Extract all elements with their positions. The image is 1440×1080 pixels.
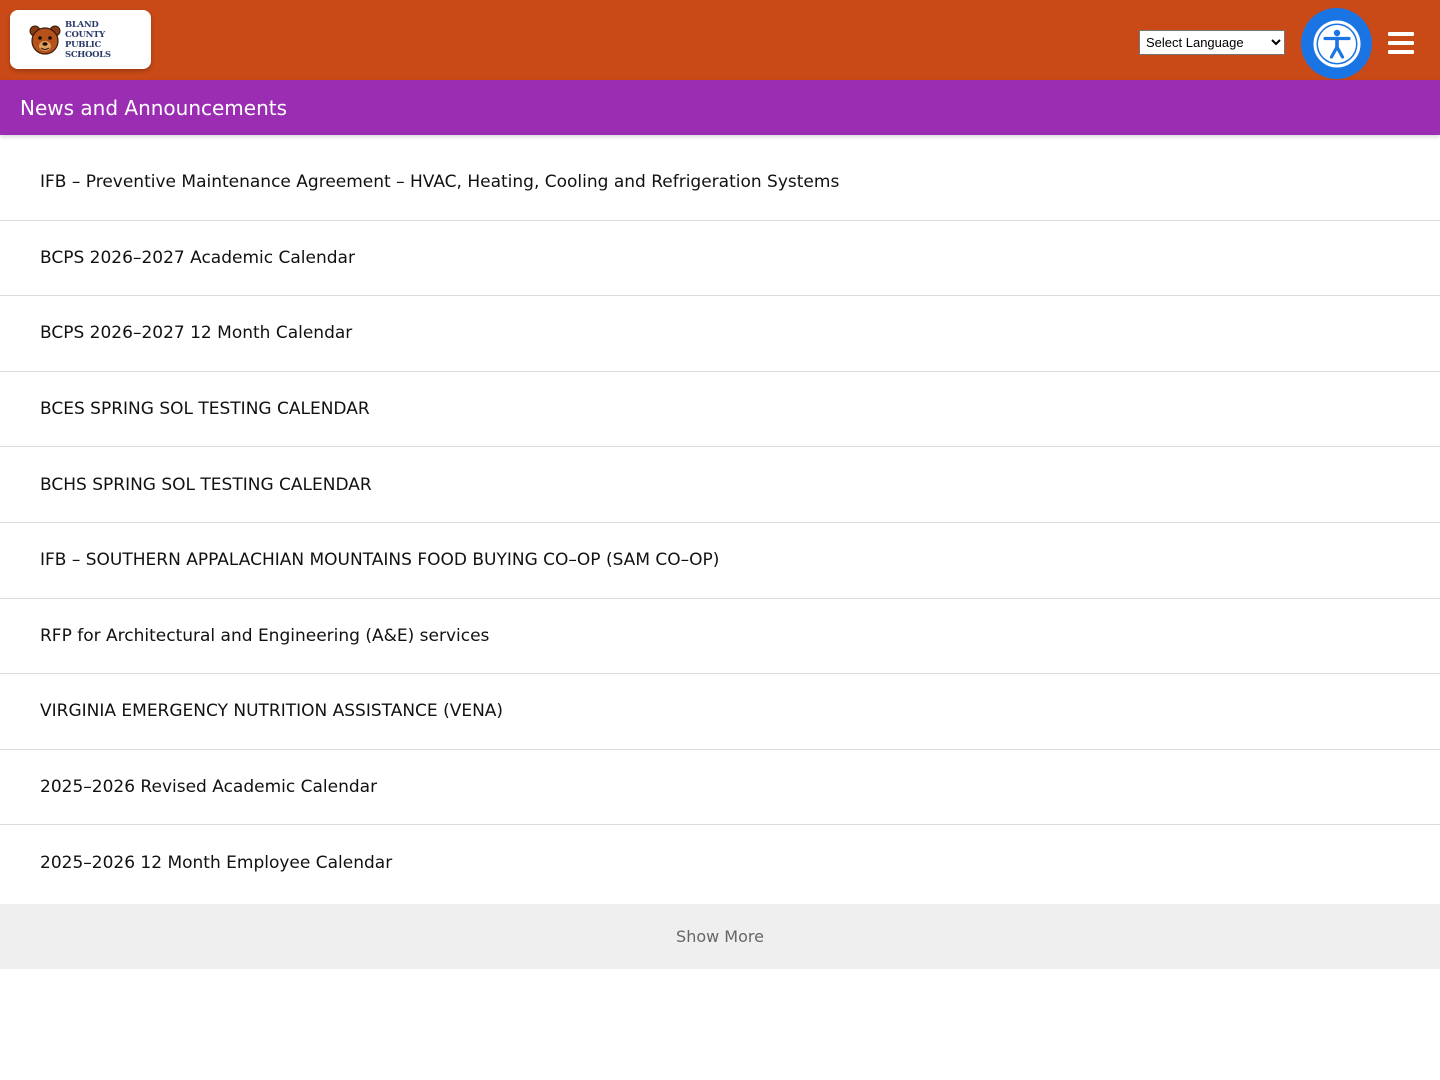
language-select[interactable]: Select Language	[1139, 30, 1285, 55]
list-item: IFB – SOUTHERN APPALACHIAN MOUNTAINS FOO…	[0, 523, 1440, 599]
news-link[interactable]: 2025–2026 Revised Academic Calendar	[40, 777, 377, 797]
show-more-label: Show More	[676, 927, 764, 946]
list-item: BCPS 2026–2027 12 Month Calendar	[0, 296, 1440, 372]
news-link[interactable]: BCHS SPRING SOL TESTING CALENDAR	[40, 475, 372, 495]
show-more-button[interactable]: Show More	[0, 904, 1440, 969]
list-item: RFP for Architectural and Engineering (A…	[0, 599, 1440, 675]
menu-line	[1388, 50, 1414, 54]
site-logo-link[interactable]: Bland County Public Schools	[10, 10, 151, 69]
news-link[interactable]: IFB – Preventive Maintenance Agreement –…	[40, 172, 839, 192]
news-link[interactable]: RFP for Architectural and Engineering (A…	[40, 626, 489, 646]
bear-mascot-icon	[29, 25, 61, 55]
news-list: IFB – Preventive Maintenance Agreement –…	[0, 145, 1440, 901]
list-item: 2025–2026 Revised Academic Calendar	[0, 750, 1440, 826]
site-header: Bland County Public Schools Select Langu…	[0, 0, 1440, 80]
news-link[interactable]: VIRGINIA EMERGENCY NUTRITION ASSISTANCE …	[40, 701, 503, 721]
list-item: IFB – Preventive Maintenance Agreement –…	[0, 145, 1440, 221]
news-link[interactable]: BCES SPRING SOL TESTING CALENDAR	[40, 399, 370, 419]
menu-line	[1388, 32, 1414, 36]
section-header-bar: News and Announcements	[0, 80, 1440, 135]
list-item: 2025–2026 12 Month Employee Calendar	[0, 825, 1440, 901]
menu-line	[1388, 41, 1414, 45]
list-item: BCES SPRING SOL TESTING CALENDAR	[0, 372, 1440, 448]
hamburger-menu-button[interactable]	[1386, 28, 1418, 58]
accessibility-button[interactable]	[1301, 8, 1372, 79]
list-item: VIRGINIA EMERGENCY NUTRITION ASSISTANCE …	[0, 674, 1440, 750]
accessibility-icon	[1313, 20, 1360, 67]
news-link[interactable]: BCPS 2026–2027 12 Month Calendar	[40, 323, 352, 343]
list-item: BCHS SPRING SOL TESTING CALENDAR	[0, 447, 1440, 523]
news-link[interactable]: 2025–2026 12 Month Employee Calendar	[40, 853, 392, 873]
list-item: BCPS 2026–2027 Academic Calendar	[0, 221, 1440, 297]
news-link[interactable]: BCPS 2026–2027 Academic Calendar	[40, 248, 355, 268]
logo-text: Bland County Public Schools	[65, 19, 111, 60]
section-title: News and Announcements	[20, 96, 288, 120]
news-link[interactable]: IFB – SOUTHERN APPALACHIAN MOUNTAINS FOO…	[40, 550, 719, 570]
